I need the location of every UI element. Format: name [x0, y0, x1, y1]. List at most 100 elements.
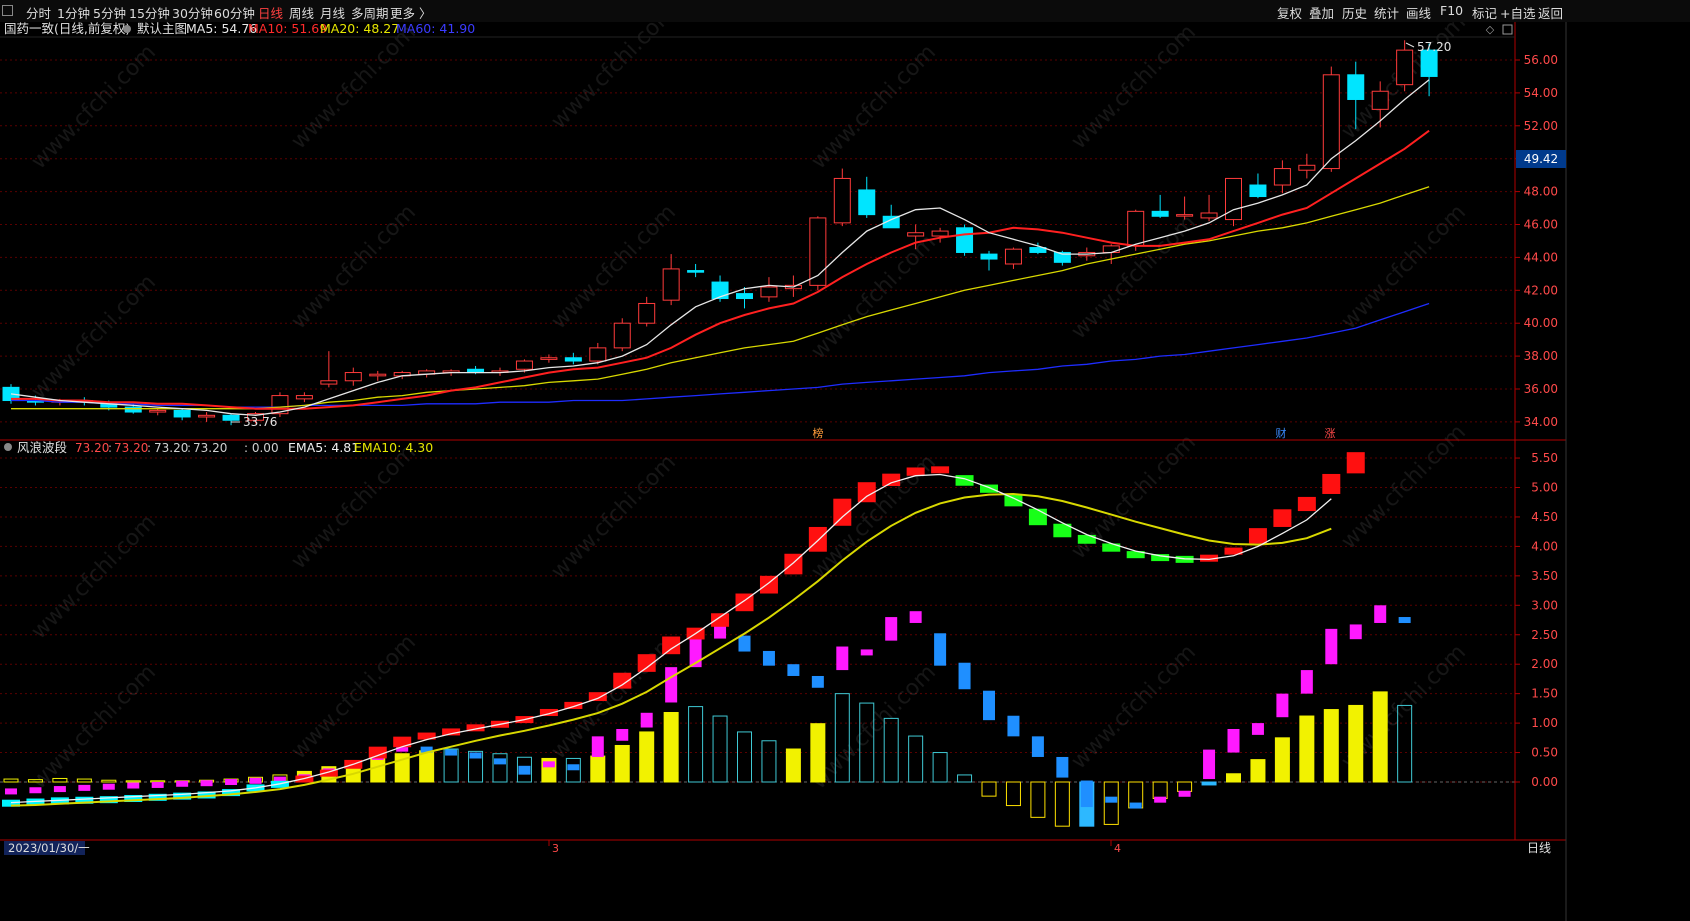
- candle-body: [980, 253, 998, 260]
- indicator-tick-label: 0.00: [1531, 775, 1558, 789]
- candle-body: [1371, 90, 1389, 110]
- momentum-block: [445, 749, 458, 756]
- candle-body: [515, 360, 533, 370]
- histogram-bar: [590, 755, 606, 783]
- period-tab-6[interactable]: 日线: [258, 3, 283, 22]
- chart-title: 国药一致(日线,前复权): [4, 22, 130, 36]
- candle[interactable]: [809, 216, 827, 291]
- momentum-block: [983, 690, 995, 721]
- price-tick-label: 46.00: [1524, 218, 1558, 232]
- momentum-block: [5, 788, 17, 795]
- period-tab-0[interactable]: 分时: [26, 3, 51, 22]
- candle-body: [833, 177, 851, 224]
- window-menu-icon[interactable]: [2, 5, 13, 16]
- momentum-block: [151, 781, 164, 788]
- period-tab-8[interactable]: 月线: [320, 3, 345, 22]
- toolbar-right-1[interactable]: 叠加: [1309, 3, 1334, 22]
- current-price-label: 49.42: [1524, 152, 1558, 166]
- top-toolbar: 分时 1分钟 5分钟 15分钟 30分钟 60分钟 日线 周线 月线 多周期 更多 〉 复权 叠加 历史统…: [0, 0, 1690, 23]
- event-marker-2: 涨: [1325, 427, 1336, 440]
- wave-block: [1346, 452, 1365, 474]
- candle-body: [760, 286, 778, 298]
- wave-block: [711, 613, 730, 627]
- cursor-date-label: 2023/01/30/一: [8, 841, 90, 855]
- toolbar-right-4[interactable]: 画线: [1406, 3, 1431, 22]
- candle-body: [1151, 210, 1169, 217]
- toolbar-right-2[interactable]: 历史: [1342, 3, 1367, 22]
- candle[interactable]: [1322, 66, 1340, 172]
- candle-body: [540, 357, 558, 360]
- histogram-bar: [785, 748, 801, 783]
- candle-body: [1200, 212, 1218, 219]
- wave-block: [1102, 543, 1121, 552]
- toolbar-right-5[interactable]: F10: [1440, 3, 1463, 18]
- candle-body: [662, 268, 680, 301]
- candle-body: [589, 347, 607, 362]
- momentum-block: [1276, 693, 1289, 718]
- momentum-block: [1227, 728, 1240, 753]
- ma-legend-2: MA20: 48.27: [320, 22, 399, 36]
- toolbar-right-0[interactable]: 复权: [1277, 3, 1302, 22]
- period-tab-1[interactable]: 1分钟: [57, 3, 90, 22]
- candle-body: [1127, 210, 1145, 247]
- histogram-bar: [639, 731, 655, 783]
- indicator-zero-value: : 0.00: [244, 441, 279, 455]
- wave-block: [882, 473, 901, 487]
- ema10-legend: EMA10: 4.30: [354, 440, 433, 455]
- momentum-block: [811, 675, 824, 688]
- indicator-settings-icon[interactable]: [4, 443, 12, 451]
- stock-chart[interactable]: www.cfchi.com www.cfchi.com www.cfchi.com w…: [0, 22, 1690, 921]
- candle-body: [687, 270, 705, 273]
- indicator-tick-label: 5.50: [1531, 451, 1558, 465]
- momentum-block: [934, 633, 947, 666]
- period-tab-7[interactable]: 周线: [289, 3, 314, 22]
- toolbar-right-8[interactable]: 返回: [1538, 3, 1563, 22]
- candle-body: [1273, 168, 1291, 186]
- histogram-bar: [419, 750, 435, 783]
- momentum-block: [909, 611, 922, 623]
- candle-body: [1420, 49, 1438, 77]
- price-tick-label: 44.00: [1524, 250, 1558, 264]
- momentum-block: [542, 761, 555, 768]
- toolbar-right-3[interactable]: 统计: [1374, 3, 1399, 22]
- period-tab-4[interactable]: 30分钟: [172, 3, 213, 22]
- period-tab-2[interactable]: 5分钟: [93, 3, 126, 22]
- wave-block: [1297, 496, 1316, 512]
- high-price-label: 57.20: [1417, 40, 1451, 54]
- candle[interactable]: [613, 318, 631, 352]
- period-tab-3[interactable]: 15分钟: [129, 3, 170, 22]
- period-tab-10[interactable]: 更多 〉: [390, 3, 431, 22]
- candle-body: [222, 414, 240, 421]
- histogram-bar: [614, 744, 630, 783]
- wave-block: [931, 466, 950, 474]
- candle-body: [1176, 214, 1194, 217]
- momentum-block: [200, 780, 213, 787]
- candle-body: [638, 302, 656, 324]
- candle-body: [344, 372, 362, 382]
- period-tab-5[interactable]: 60分钟: [214, 3, 255, 22]
- period-tab-9[interactable]: 多周期: [351, 3, 389, 22]
- momentum-block: [1154, 796, 1167, 803]
- toolbar-right-6[interactable]: 标记: [1472, 3, 1497, 22]
- momentum-block: [591, 736, 604, 757]
- indicator-value-0: 73.20: [75, 441, 109, 455]
- candle-body: [1249, 184, 1267, 198]
- price-tick-label: 52.00: [1524, 119, 1558, 133]
- candle-body: [931, 230, 949, 237]
- indicator-tick-label: 2.00: [1531, 657, 1558, 671]
- settings-icon[interactable]: [123, 25, 131, 33]
- momentum-block: [1203, 749, 1216, 780]
- momentum-block: [1080, 780, 1093, 808]
- histogram-bar: [370, 757, 386, 783]
- histogram-bar: [1323, 709, 1339, 783]
- toolbar-right-7[interactable]: +自选: [1500, 3, 1535, 22]
- candle[interactable]: [956, 224, 974, 256]
- momentum-block: [1300, 670, 1313, 694]
- candle-body: [1102, 245, 1120, 253]
- indicator-tick-label: 3.50: [1531, 569, 1558, 583]
- indicator-tick-label: 1.00: [1531, 716, 1558, 730]
- candle-body: [124, 406, 142, 413]
- momentum-block: [860, 649, 873, 656]
- candle[interactable]: [1225, 177, 1242, 227]
- wave-block: [808, 526, 827, 552]
